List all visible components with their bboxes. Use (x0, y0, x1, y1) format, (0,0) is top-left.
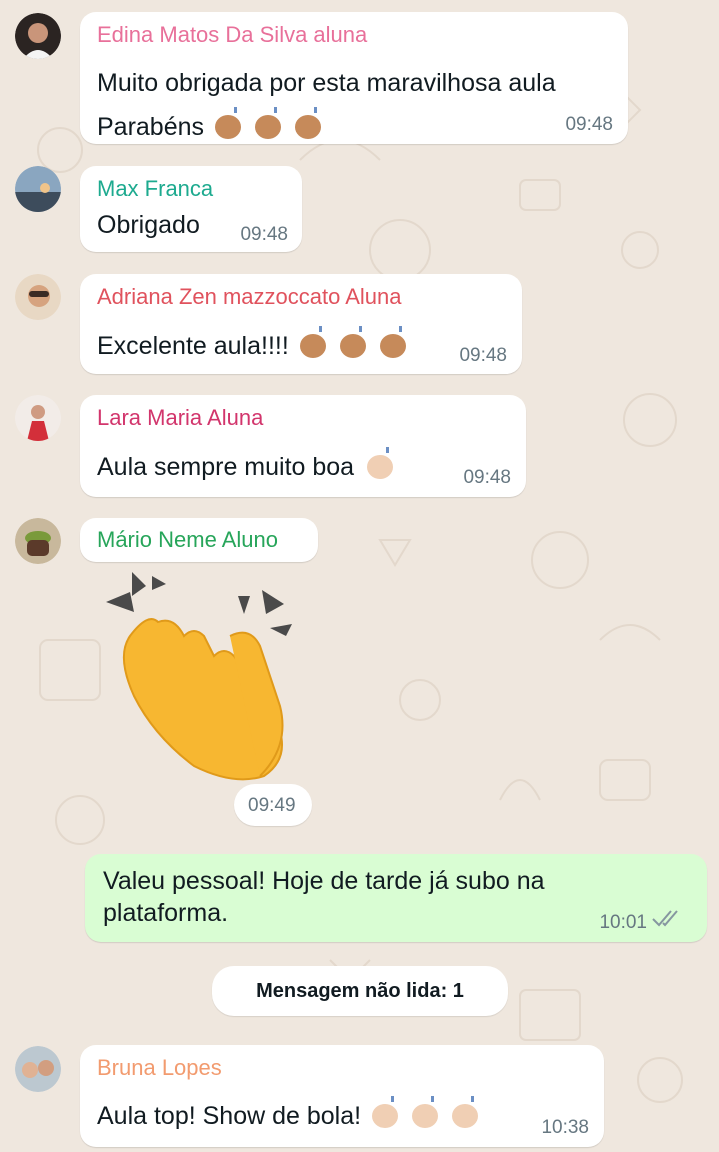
message-text-line: Parabéns (97, 113, 205, 142)
message-sender[interactable]: Edina Matos Da Silva aluna (97, 22, 367, 48)
avatar[interactable] (15, 274, 61, 320)
message-time: 10:38 (541, 1117, 589, 1138)
message-text: Excelente aula!!!! (97, 322, 413, 373)
message-bubble[interactable]: Lara Maria Aluna Aula sempre muito boa 0… (80, 395, 526, 497)
message-time-pill: 09:49 (234, 784, 312, 826)
avatar[interactable] (15, 518, 61, 564)
message-time: 09:48 (463, 467, 511, 488)
message-time: 09:49 (248, 795, 296, 816)
message-sender[interactable]: Max Franca (97, 176, 213, 202)
message-text: Parabéns (97, 103, 328, 154)
message-sender[interactable]: Mário Neme Aluno (97, 527, 278, 553)
message-text: Aula top! Show de bola! (97, 1092, 485, 1143)
message-text: Muito obrigada por esta maravilhosa aula (97, 69, 556, 97)
message-text: plataforma. (103, 899, 229, 927)
double-check-read-icon (651, 909, 683, 932)
message-time: 09:48 (459, 345, 507, 366)
clapping-hands-emoji-icon (208, 103, 328, 154)
message-bubble[interactable]: Max Franca Obrigado 09:48 (80, 166, 302, 252)
clapping-hands-emoji-icon (293, 322, 413, 373)
message-text-line: Excelente aula!!!! (97, 332, 289, 361)
unread-messages-label: Mensagem não lida: 1 (256, 980, 464, 1002)
avatar[interactable] (15, 1046, 61, 1092)
message-time: 09:48 (565, 114, 613, 135)
message-sender[interactable]: Adriana Zen mazzoccato Aluna (97, 284, 402, 310)
unread-messages-banner: Mensagem não lida: 1 (212, 966, 508, 1016)
outgoing-message-bubble[interactable]: Valeu pessoal! Hoje de tarde já subo na … (85, 854, 707, 942)
message-text-line: Aula sempre muito boa (97, 453, 355, 482)
clapping-hands-emoji-icon (358, 443, 402, 494)
message-bubble[interactable]: Adriana Zen mazzoccato Aluna Excelente a… (80, 274, 522, 374)
clapping-hands-emoji-icon (365, 1092, 485, 1143)
avatar[interactable] (15, 395, 61, 441)
message-text: Aula sempre muito boa (97, 443, 402, 494)
clapping-hands-sticker-icon[interactable] (100, 566, 300, 786)
message-bubble[interactable]: Edina Matos Da Silva aluna Muito obrigad… (80, 12, 628, 144)
message-text-line: Aula top! Show de bola! (97, 1102, 362, 1131)
message-time: 10:01 (599, 912, 647, 933)
message-bubble[interactable]: Bruna Lopes Aula top! Show de bola! 10:3… (80, 1045, 604, 1147)
message-sender[interactable]: Lara Maria Aluna (97, 405, 263, 431)
message-time: 09:48 (240, 224, 288, 245)
avatar[interactable] (15, 13, 61, 59)
message-sender[interactable]: Bruna Lopes (97, 1055, 222, 1081)
message-sender-bubble[interactable]: Mário Neme Aluno (80, 518, 318, 562)
avatar[interactable] (15, 166, 61, 212)
message-text: Obrigado (97, 211, 200, 239)
